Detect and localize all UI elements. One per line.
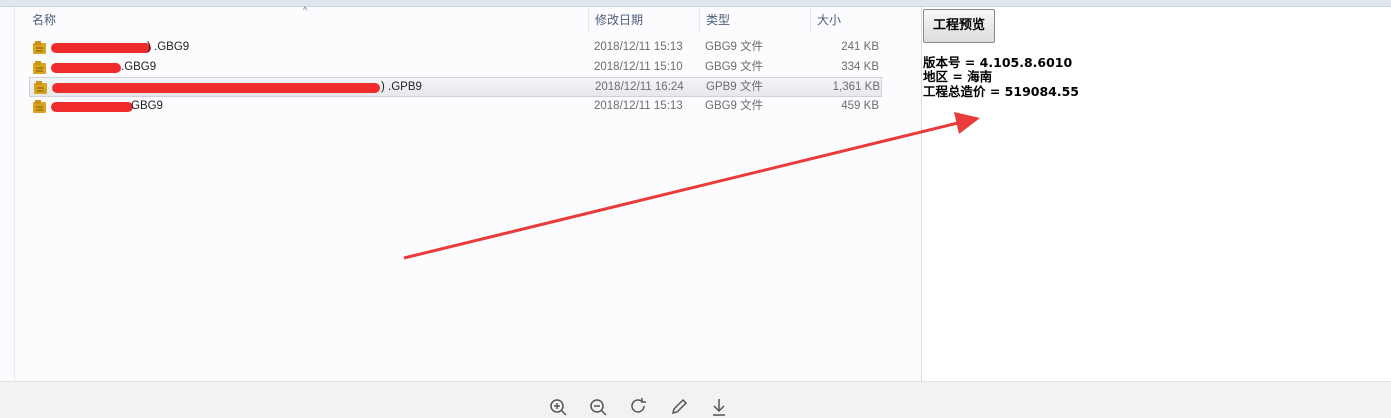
column-header-date[interactable]: 修改日期 <box>588 8 643 32</box>
redacted-name-mark <box>51 102 133 112</box>
window-top-border <box>0 0 1391 7</box>
file-size: 334 KB <box>841 61 879 73</box>
file-row[interactable]: ) .GBG9 2018/12/11 15:13 GBG9 文件 241 KB <box>29 38 882 57</box>
download-icon[interactable] <box>709 397 729 417</box>
sort-ascending-icon: ^ <box>303 5 308 15</box>
zoom-in-icon[interactable] <box>548 397 568 417</box>
column-header-name-label: 名称 <box>32 13 57 27</box>
file-size: 241 KB <box>841 41 879 53</box>
column-header-name[interactable]: 名称 <box>32 8 56 32</box>
file-name: ) .GBG9 <box>147 41 190 53</box>
file-type: GBG9 文件 <box>705 100 764 112</box>
project-preview-button[interactable]: 工程预览 <box>923 9 995 43</box>
version-info: 版本号 = 4.105.8.6010 <box>923 55 1073 70</box>
pencil-icon[interactable] <box>669 397 689 417</box>
file-icon <box>33 41 46 54</box>
redacted-name-mark <box>51 63 121 73</box>
column-header-date-label: 修改日期 <box>595 13 644 27</box>
total-cost-info: 工程总造价 = 519084.55 <box>923 84 1080 99</box>
file-row[interactable]: GBG9 2018/12/11 15:13 GBG9 文件 459 KB <box>29 97 882 116</box>
column-header-type[interactable]: 类型 <box>699 8 730 32</box>
file-type: GPB9 文件 <box>706 81 763 93</box>
file-icon <box>33 100 46 113</box>
column-header-bar: 名称 ^ 修改日期 类型 大小 <box>15 5 885 32</box>
file-name: GBG9 <box>131 100 163 112</box>
file-size: 459 KB <box>841 100 879 112</box>
viewer-toolbar <box>0 381 1391 418</box>
column-header-size[interactable]: 大小 <box>810 8 891 32</box>
region-info: 地区 = 海南 <box>923 69 993 84</box>
file-size: 1,361 KB <box>832 81 880 93</box>
redacted-name-mark <box>51 43 151 53</box>
file-modified-date: 2018/12/11 15:13 <box>594 100 683 112</box>
file-icon <box>34 81 47 94</box>
file-row-selected[interactable]: ) .GPB9 2018/12/11 16:24 GPB9 文件 1,361 K… <box>29 77 882 97</box>
file-name: .GBG9 <box>121 61 157 73</box>
file-modified-date: 2018/12/11 16:24 <box>595 81 684 93</box>
file-modified-date: 2018/12/11 15:13 <box>594 41 683 53</box>
file-type: GBG9 文件 <box>705 41 764 53</box>
file-icon <box>33 61 46 74</box>
file-type: GBG9 文件 <box>705 61 764 73</box>
redacted-name-mark <box>52 83 380 93</box>
column-header-size-label: 大小 <box>817 13 842 27</box>
file-row[interactable]: .GBG9 2018/12/11 15:10 GBG9 文件 334 KB <box>29 58 882 77</box>
file-name: ) .GPB9 <box>381 81 422 93</box>
column-header-type-label: 类型 <box>706 13 731 27</box>
navigation-pane-edge <box>0 7 15 381</box>
zoom-out-icon[interactable] <box>588 397 608 417</box>
file-modified-date: 2018/12/11 15:10 <box>594 61 683 73</box>
rotate-icon[interactable] <box>629 397 649 417</box>
